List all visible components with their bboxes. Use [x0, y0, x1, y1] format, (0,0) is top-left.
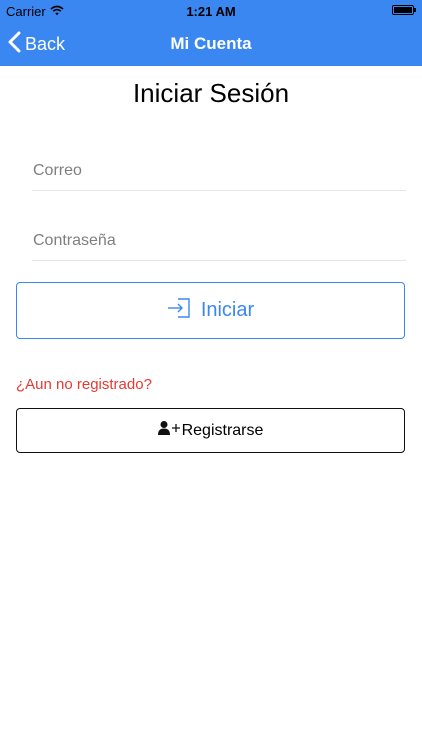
email-field[interactable] — [32, 152, 408, 190]
battery-level — [394, 7, 412, 13]
chevron-left-icon — [8, 31, 21, 58]
add-user-icon — [157, 420, 180, 441]
status-time: 1:21 AM — [186, 4, 236, 19]
back-button[interactable]: Back — [8, 22, 65, 66]
page-title: Iniciar Sesión — [132, 78, 290, 108]
email-field-container — [32, 152, 408, 191]
register-label: Registrarse — [181, 421, 264, 439]
password-field-container — [32, 222, 408, 261]
status-bar: Carrier 1:21 AM — [0, 0, 422, 22]
login-label: Iniciar — [200, 299, 255, 321]
sign-in-icon — [167, 297, 191, 324]
login-button[interactable]: Iniciar — [16, 282, 405, 339]
back-label: Back — [25, 33, 66, 54]
password-field[interactable] — [32, 222, 408, 260]
battery-icon — [392, 5, 416, 15]
register-button[interactable]: Registrarse — [16, 408, 405, 453]
navigation-bar: Back Mi Cuenta — [0, 22, 422, 66]
not-registered-prompt: ¿Aun no registrado? — [16, 376, 152, 393]
